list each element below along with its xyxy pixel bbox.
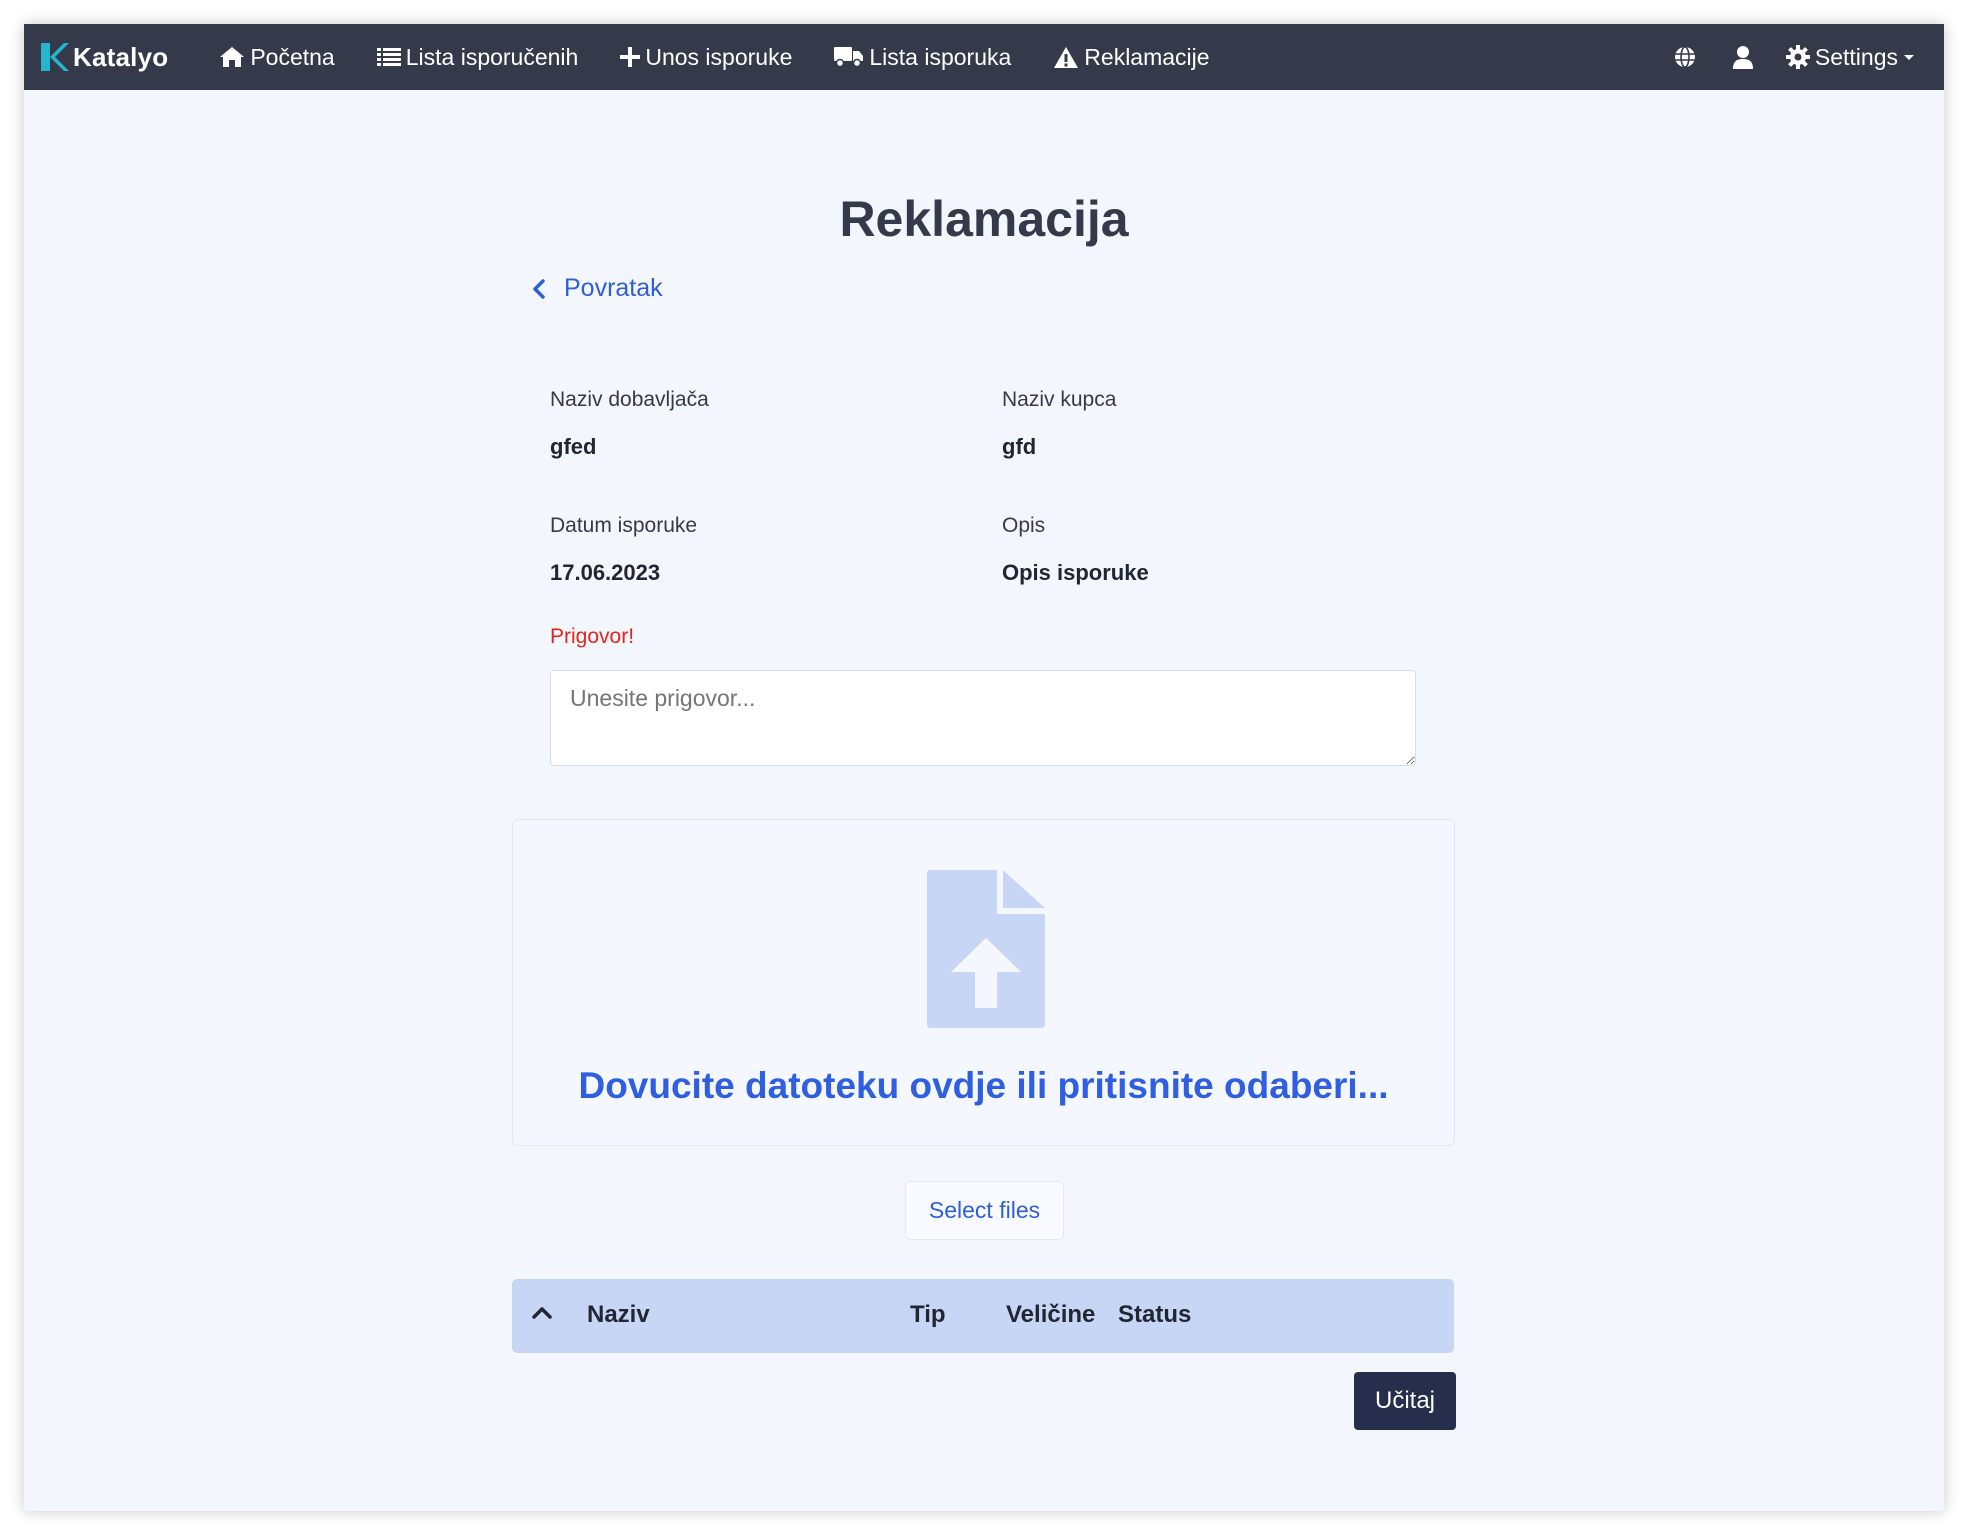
language-button[interactable] — [1656, 24, 1714, 90]
back-link-label: Povratak — [564, 274, 663, 302]
nav-item-complaints[interactable]: Reklamacije — [1032, 24, 1230, 90]
complaint-textarea[interactable] — [550, 670, 1416, 766]
supplier-label: Naziv dobavljača — [550, 388, 709, 411]
top-navbar: Katalyo Početna Lista isporučenih Unos i… — [24, 24, 1944, 90]
complaint-label: Prigovor! — [550, 625, 635, 648]
nav-right: Settings — [1656, 24, 1914, 90]
brand-logo[interactable]: Katalyo — [39, 24, 168, 90]
truck-icon — [834, 47, 864, 68]
description-value: Opis isporuke — [1002, 560, 1149, 585]
column-header-type[interactable]: Tip — [910, 1301, 946, 1329]
supplier-value: gfed — [550, 434, 597, 459]
back-link[interactable]: Povratak — [532, 274, 663, 303]
gear-icon — [1785, 45, 1810, 69]
home-icon — [220, 47, 245, 67]
list-icon — [376, 48, 401, 66]
user-button[interactable] — [1714, 24, 1772, 90]
column-header-status[interactable]: Status — [1118, 1301, 1191, 1329]
user-icon — [1732, 46, 1753, 69]
delivery-date-label: Datum isporuke — [550, 514, 698, 537]
page-title: Reklamacija — [839, 191, 1129, 247]
nav-item-delivered-list[interactable]: Lista isporučenih — [356, 24, 600, 90]
warning-icon — [1054, 46, 1079, 68]
settings-dropdown[interactable]: Settings — [1772, 24, 1914, 90]
globe-icon — [1674, 46, 1695, 68]
main-nav: Početna Lista isporučenih Unos isporuke — [198, 24, 1230, 90]
nav-item-label: Unos isporuke — [645, 43, 793, 70]
file-dropzone[interactable]: Dovucite datoteku ovdje ili pritisnite o… — [512, 819, 1455, 1146]
katalyo-logo-icon — [41, 43, 69, 71]
chevron-left-icon — [533, 278, 545, 299]
customer-value: gfd — [1002, 434, 1037, 459]
customer-label: Naziv kupca — [1002, 388, 1117, 411]
select-files-button[interactable]: Select files — [905, 1181, 1064, 1240]
dropzone-text: Dovucite datoteku ovdje ili pritisnite o… — [578, 1065, 1389, 1106]
plus-icon — [620, 47, 641, 67]
nav-item-label: Lista isporuka — [869, 43, 1012, 70]
nav-item-home[interactable]: Početna — [198, 24, 355, 90]
nav-item-label: Reklamacije — [1084, 43, 1210, 70]
nav-item-label: Lista isporučenih — [405, 43, 579, 70]
app-window: Katalyo Početna Lista isporučenih Unos i… — [24, 24, 1944, 1511]
caret-down-icon — [1904, 54, 1914, 60]
nav-item-new-delivery[interactable]: Unos isporuke — [599, 24, 813, 90]
file-table-header: Naziv Tip Veličine Status — [512, 1279, 1454, 1353]
delivery-date-value: 17.06.2023 — [550, 560, 661, 585]
column-header-size[interactable]: Veličine — [1006, 1301, 1095, 1329]
brand-name: Katalyo — [73, 41, 169, 72]
description-label: Opis — [1002, 514, 1046, 537]
column-header-name[interactable]: Naziv — [587, 1301, 650, 1329]
nav-item-deliveries[interactable]: Lista isporuka — [813, 24, 1032, 90]
chevron-up-icon[interactable] — [532, 1306, 552, 1320]
settings-label: Settings — [1814, 43, 1898, 70]
upload-submit-button[interactable]: Učitaj — [1354, 1372, 1456, 1430]
nav-item-label: Početna — [250, 43, 335, 70]
file-upload-icon — [927, 870, 1045, 1028]
